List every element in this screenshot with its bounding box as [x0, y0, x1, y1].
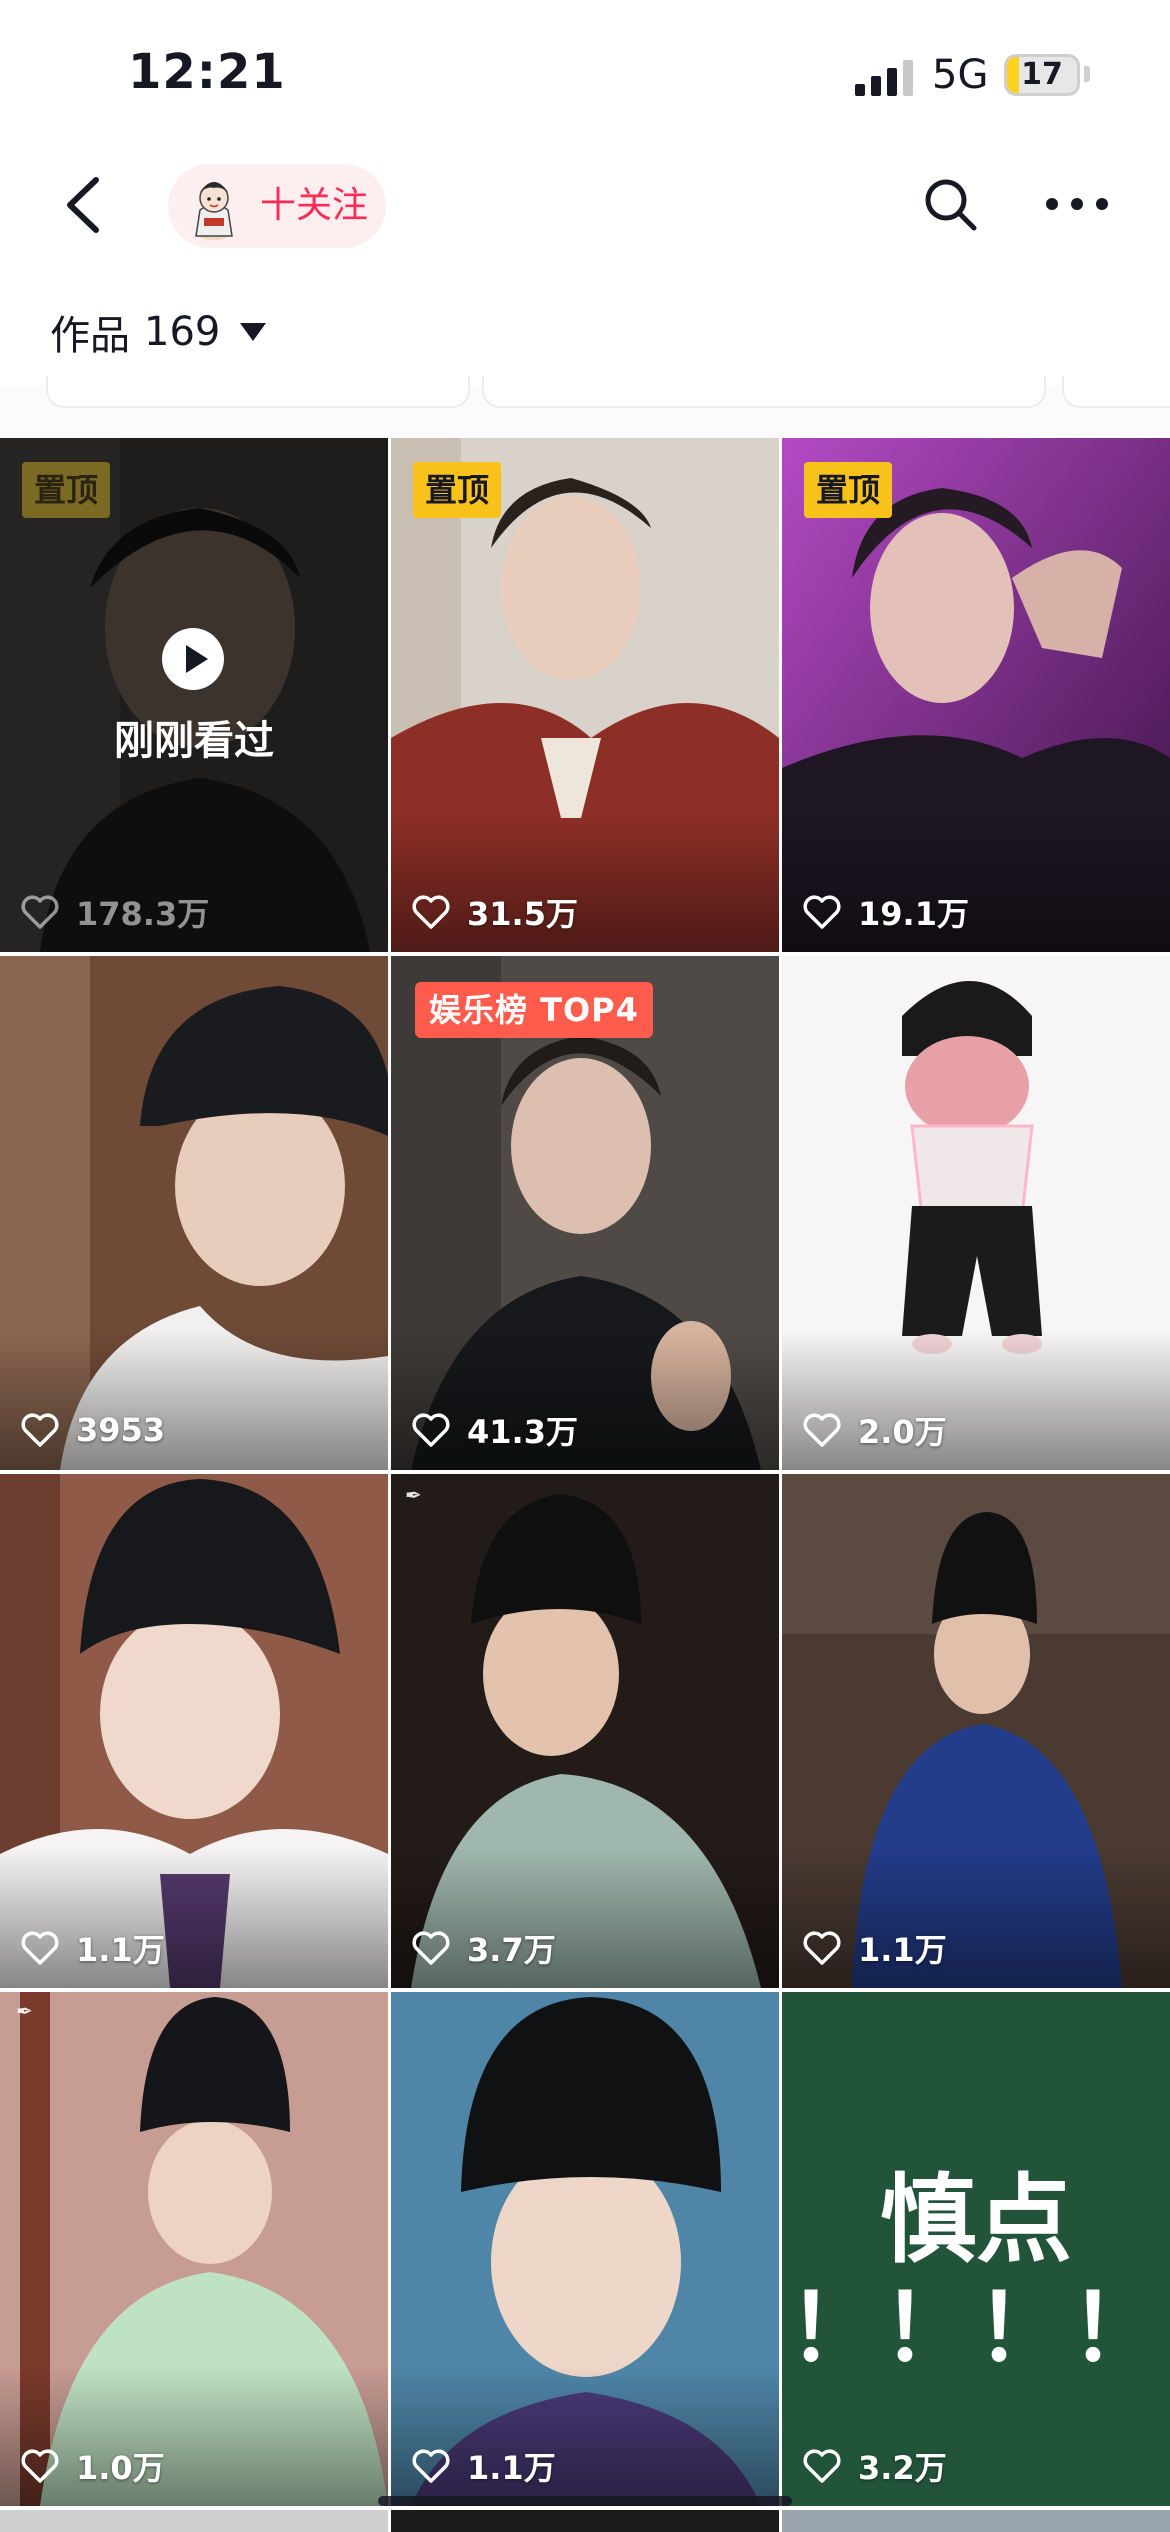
works-count: 169 — [144, 309, 221, 355]
like-count: 3.2万 — [802, 2444, 947, 2488]
heart-outline-icon — [412, 2449, 450, 2483]
video-tile[interactable]: 1.1万 — [0, 1474, 388, 1988]
like-count: 178.3万 — [20, 890, 209, 934]
signal-strength-icon — [855, 60, 913, 96]
like-count: 19.1万 — [802, 890, 969, 934]
heart-outline-icon — [21, 895, 59, 929]
video-tile[interactable]: ✒ 1.0万 — [0, 1992, 388, 2506]
just-watched-label: 刚刚看过 — [114, 718, 274, 764]
nav-bar: 十关注 — [0, 150, 1170, 265]
video-tile[interactable]: 1.1万 — [391, 1992, 779, 2506]
pinned-badge: 置顶 — [804, 462, 893, 518]
video-tile[interactable]: ✒ 3.7万 — [391, 1474, 779, 1988]
status-time: 12:21 — [128, 44, 286, 100]
heart-outline-icon — [412, 1413, 450, 1447]
video-tile[interactable] — [782, 2510, 1170, 2532]
works-label: 作品 — [50, 313, 130, 359]
like-count-text: 1.1万 — [76, 1931, 165, 1969]
status-bar: 12:21 5G 17 — [0, 0, 1170, 150]
like-count-text: 3953 — [76, 1411, 166, 1449]
like-count: 2.0万 — [802, 1408, 947, 1452]
video-tile[interactable]: 2.0万 — [782, 956, 1170, 1470]
video-grid: 置顶 刚刚看过 178.3万 置顶 31.5万 置顶 19.1万 3953 娱乐… — [0, 438, 1170, 2532]
drama-watermark: ✒ — [16, 1999, 33, 2023]
heart-outline-icon — [412, 895, 450, 929]
pinned-badge: 置顶 — [22, 462, 111, 518]
heart-outline-icon — [803, 1931, 841, 1965]
cover-text-exclaim: ！！！！ — [787, 2275, 1164, 2382]
collection-card[interactable] — [482, 376, 1046, 408]
like-count-text: 1.1万 — [467, 2449, 556, 2487]
like-count: 31.5万 — [411, 890, 578, 934]
network-type: 5G — [932, 52, 989, 98]
home-indicator[interactable] — [378, 2496, 792, 2506]
heart-outline-icon — [21, 2449, 59, 2483]
like-count-text: 2.0万 — [858, 1413, 947, 1451]
heart-outline-icon — [21, 1413, 59, 1447]
caret-down-icon — [240, 323, 267, 341]
like-count-text: 3.7万 — [467, 1931, 556, 1969]
drama-watermark: ✒ — [405, 1483, 422, 1507]
video-tile[interactable]: 娱乐榜 TOP4 41.3万 — [391, 956, 779, 1470]
like-count: 3953 — [20, 1408, 165, 1452]
like-count-text: 178.3万 — [76, 895, 210, 933]
heart-outline-icon — [803, 1413, 841, 1447]
like-count: 1.1万 — [411, 2444, 556, 2488]
like-count: 41.3万 — [411, 1408, 578, 1452]
heart-outline-icon — [412, 1931, 450, 1965]
like-count: 3.7万 — [411, 1926, 556, 1970]
like-count-text: 31.5万 — [467, 895, 578, 933]
video-tile[interactable]: 1.1万 — [782, 1474, 1170, 1988]
video-tile[interactable]: 置顶 31.5万 — [391, 438, 779, 952]
like-count-text: 1.1万 — [858, 1931, 947, 1969]
ranking-badge: 娱乐榜 TOP4 — [415, 982, 653, 1038]
video-tile[interactable] — [391, 2510, 779, 2532]
avatar — [195, 182, 233, 240]
collection-strip — [0, 376, 1170, 438]
follow-label: 十关注 — [260, 185, 369, 226]
video-tile[interactable]: 慎点 ！！！！ 3.2万 — [782, 1992, 1170, 2506]
pinned-badge: 置顶 — [413, 462, 502, 518]
video-tile[interactable] — [0, 2510, 388, 2532]
video-tile[interactable]: 置顶 刚刚看过 178.3万 — [0, 438, 388, 952]
heart-outline-icon — [803, 895, 841, 929]
like-count: 1.1万 — [802, 1926, 947, 1970]
collection-card[interactable] — [1062, 376, 1170, 408]
like-count-text: 19.1万 — [858, 895, 969, 933]
video-tile[interactable]: 置顶 19.1万 — [782, 438, 1170, 952]
chevron-left-icon[interactable] — [52, 170, 122, 240]
battery-level: 17 — [1021, 57, 1063, 92]
search-icon[interactable] — [918, 172, 982, 236]
ellipsis-icon[interactable] — [1042, 172, 1112, 236]
follow-button[interactable]: 十关注 — [168, 164, 386, 248]
like-count: 1.0万 — [20, 2444, 165, 2488]
video-tile[interactable]: 3953 — [0, 956, 388, 1470]
battery-icon: 17 — [1004, 54, 1080, 96]
like-count: 1.1万 — [20, 1926, 165, 1970]
play-icon[interactable] — [162, 628, 224, 690]
collection-card[interactable] — [46, 376, 470, 408]
like-count-text: 3.2万 — [858, 2449, 947, 2487]
heart-outline-icon — [21, 1931, 59, 1965]
heart-outline-icon — [803, 2449, 841, 2483]
battery-tip — [1084, 66, 1090, 82]
like-count-text: 1.0万 — [76, 2449, 165, 2487]
works-filter[interactable]: 作品 169 — [50, 302, 267, 362]
like-count-text: 41.3万 — [467, 1413, 578, 1451]
